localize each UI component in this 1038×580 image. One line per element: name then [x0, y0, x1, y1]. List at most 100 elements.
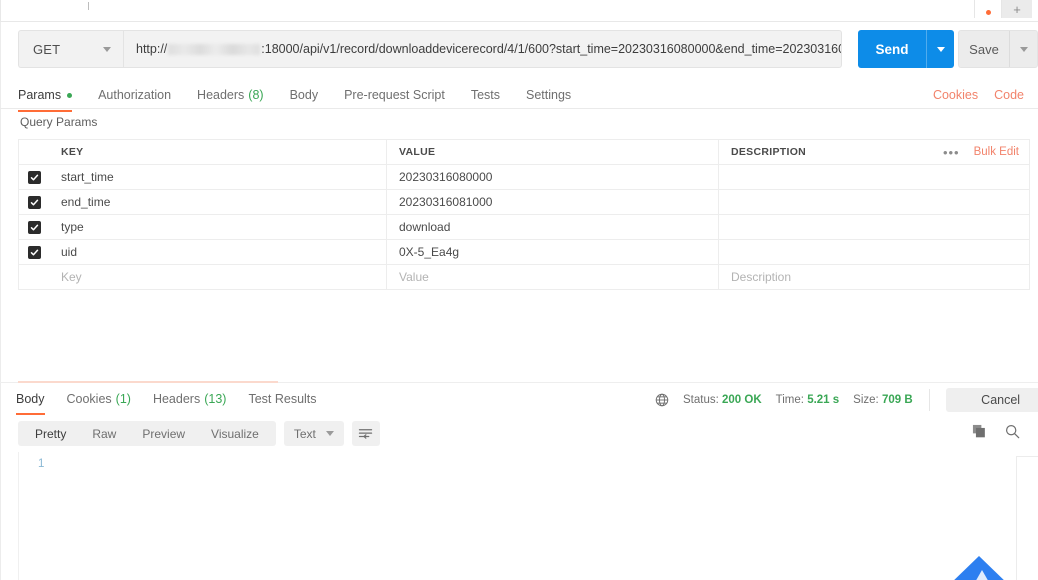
row-description-cell[interactable]: [719, 215, 1029, 239]
row-value-cell[interactable]: 20230316080000: [387, 165, 719, 189]
response-view-switcher: Pretty Raw Preview Visualize: [18, 421, 276, 446]
row-key-cell[interactable]: end_time: [49, 190, 387, 214]
response-format-selector[interactable]: Text: [283, 421, 344, 446]
row-key-text: start_time: [61, 170, 114, 184]
row-description-cell[interactable]: [719, 240, 1029, 264]
cancel-button[interactable]: Cancel: [945, 388, 1038, 412]
header-checkbox-cell: [19, 140, 49, 164]
row-checkbox-cell[interactable]: [19, 240, 49, 264]
tab-tests[interactable]: Tests: [471, 82, 500, 108]
http-method-selector[interactable]: GET: [18, 30, 123, 68]
row-key-text: uid: [61, 245, 78, 259]
tab-body[interactable]: Body: [290, 82, 319, 108]
postman-request-window: + GET http://:18000/api/v1/record/downlo…: [0, 0, 1038, 580]
chevron-down-icon: [1019, 46, 1028, 52]
url-redacted-host: [168, 43, 261, 55]
chevron-down-icon: [936, 46, 945, 52]
response-body-toolbar: Pretty Raw Preview Visualize Text: [18, 421, 380, 446]
response-status-bar: Status: 200 OK Time: 5.21 s Size: 709 B …: [655, 388, 1038, 412]
new-key-placeholder: Key: [61, 270, 82, 284]
arrow-notch: [974, 570, 990, 580]
new-description-input[interactable]: Description: [719, 265, 1029, 289]
new-value-input[interactable]: Value: [387, 265, 719, 289]
checkbox-checked-icon[interactable]: [27, 195, 41, 209]
response-tab-cookies-label: Cookies: [66, 392, 112, 406]
view-pretty[interactable]: Pretty: [22, 421, 79, 446]
response-tabs: Body Cookies (1) Headers (13) Test Resul…: [16, 386, 339, 415]
checkbox-checked-icon[interactable]: [27, 220, 41, 234]
table-row[interactable]: start_time 20230316080000: [19, 165, 1029, 190]
active-request-tab[interactable]: [974, 0, 1002, 18]
send-button[interactable]: Send: [858, 30, 926, 68]
row-value-text: 20230316081000: [399, 195, 493, 209]
status-code-item[interactable]: Status: 200 OK: [683, 394, 762, 406]
response-time-item[interactable]: Time: 5.21 s: [776, 394, 840, 406]
request-tabs-right-links: Cookies Code: [917, 82, 1024, 108]
url-prefix: http://: [136, 42, 168, 56]
cookies-link[interactable]: Cookies: [933, 88, 978, 102]
tab-authorization[interactable]: Authorization: [98, 82, 171, 108]
row-value-cell[interactable]: 20230316081000: [387, 190, 719, 214]
bulk-edit-link[interactable]: Bulk Edit: [974, 146, 1019, 158]
search-icon[interactable]: [1005, 424, 1020, 444]
checkbox-checked-icon[interactable]: [27, 170, 41, 184]
word-wrap-button[interactable]: [351, 421, 380, 446]
tab-settings[interactable]: Settings: [526, 82, 571, 108]
editor-gutter-border: [18, 452, 19, 580]
table-row-empty[interactable]: Key Value Description: [19, 265, 1029, 290]
response-tab-headers-count: (13): [204, 392, 227, 406]
row-key-cell[interactable]: start_time: [49, 165, 387, 189]
row-description-cell[interactable]: [719, 190, 1029, 214]
response-tab-headers[interactable]: Headers (13): [153, 386, 226, 412]
time-value: 5.21 s: [807, 394, 840, 406]
new-tab-button[interactable]: +: [1002, 0, 1032, 18]
pane-resize-handle[interactable]: [18, 381, 278, 383]
response-size-item[interactable]: Size: 709 B: [853, 394, 912, 406]
row-key-text: type: [61, 220, 84, 234]
tab-params-label: Params: [18, 88, 62, 102]
row-value-text: download: [399, 220, 451, 234]
response-tab-body[interactable]: Body: [16, 386, 45, 415]
save-options-button[interactable]: [1009, 31, 1037, 67]
view-visualize[interactable]: Visualize: [198, 421, 272, 446]
checkbox-checked-icon[interactable]: [27, 245, 41, 259]
row-checkbox-cell[interactable]: [19, 215, 49, 239]
new-key-input[interactable]: Key: [49, 265, 387, 289]
view-raw[interactable]: Raw: [79, 421, 129, 446]
row-description-cell[interactable]: [719, 165, 1029, 189]
scroll-to-top-arrow-icon[interactable]: [948, 556, 1010, 580]
table-row[interactable]: uid 0X-5_Ea4g: [19, 240, 1029, 265]
tab-params[interactable]: Params: [18, 82, 73, 112]
response-body-editor[interactable]: [18, 452, 1020, 580]
row-checkbox-cell[interactable]: [19, 165, 49, 189]
row-value-cell[interactable]: 0X-5_Ea4g: [387, 240, 719, 264]
tab-pre-request-script-label: Pre-request Script: [344, 88, 445, 102]
row-checkbox-cell[interactable]: [19, 190, 49, 214]
response-format-label: Text: [293, 426, 316, 441]
request-tabs-underline: [0, 108, 1038, 109]
send-options-button[interactable]: [926, 30, 954, 68]
row-checkbox-cell-empty: [19, 265, 49, 289]
row-key-cell[interactable]: type: [49, 215, 387, 239]
table-row[interactable]: end_time 20230316081000: [19, 190, 1029, 215]
copy-icon[interactable]: [972, 424, 987, 444]
response-tab-cookies[interactable]: Cookies (1): [67, 386, 131, 412]
response-tab-headers-label: Headers: [152, 392, 201, 406]
status-divider: [928, 389, 930, 411]
row-value-cell[interactable]: download: [387, 215, 719, 239]
request-url-input[interactable]: http://:18000/api/v1/record/downloaddevi…: [123, 30, 842, 68]
more-options-icon[interactable]: •••: [943, 146, 960, 159]
table-row[interactable]: type download: [19, 215, 1029, 240]
table-header-row: KEY VALUE DESCRIPTION ••• Bulk Edit: [19, 140, 1029, 165]
code-link[interactable]: Code: [994, 88, 1024, 102]
row-key-cell[interactable]: uid: [49, 240, 387, 264]
window-left-border: [0, 22, 1, 580]
response-tab-test-results[interactable]: Test Results: [248, 386, 316, 412]
header-actions: ••• Bulk Edit: [943, 146, 1019, 159]
globe-icon[interactable]: [655, 393, 669, 407]
save-button[interactable]: Save: [959, 31, 1009, 67]
tab-pre-request-script[interactable]: Pre-request Script: [344, 82, 445, 108]
tab-headers[interactable]: Headers (8): [197, 82, 264, 108]
view-preview[interactable]: Preview: [129, 421, 198, 446]
header-description-label: DESCRIPTION: [731, 146, 807, 158]
